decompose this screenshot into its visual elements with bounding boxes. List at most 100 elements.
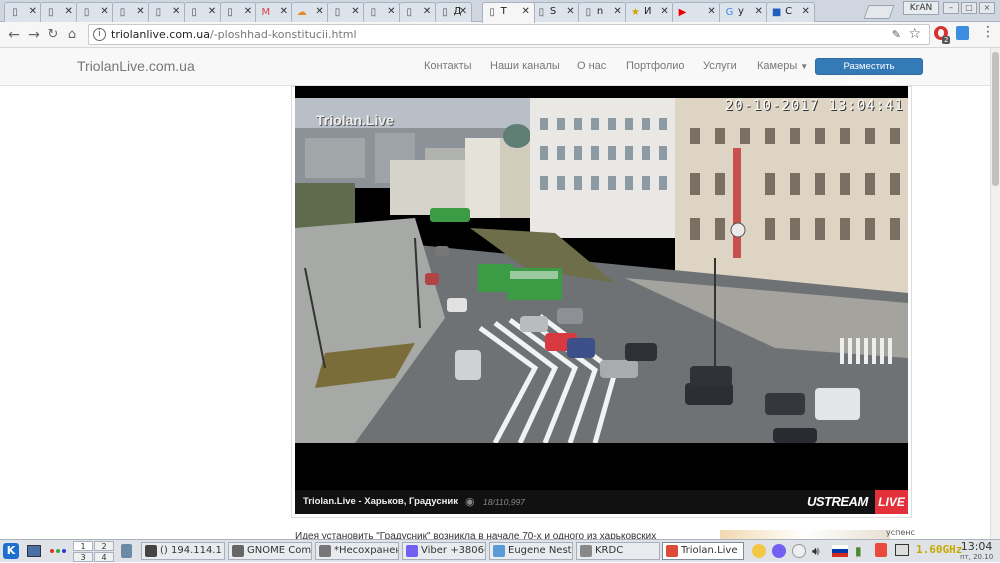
tab-close-icon[interactable]: ✕	[100, 6, 108, 17]
battery-icon[interactable]: ▮	[855, 544, 862, 558]
tab-close-icon[interactable]: ✕	[387, 6, 395, 17]
minimize-icon[interactable]: –	[943, 2, 959, 14]
post-ad-button[interactable]: Разместить объявление	[815, 58, 923, 87]
clock[interactable]: 13:04 пт, 20.10	[960, 541, 993, 563]
browser-menu-icon[interactable]: ⋮	[981, 25, 995, 39]
home-icon[interactable]: ⌂	[62, 25, 82, 45]
ustream-logo[interactable]: USTREAM	[807, 494, 868, 509]
taskbar-task[interactable]: Viber +38066	[402, 542, 486, 560]
tab-close-icon[interactable]: ✕	[208, 6, 216, 17]
forward-icon[interactable]: →	[24, 25, 44, 45]
browser-tab[interactable]: ▯ ✕	[327, 2, 365, 22]
tab-close-icon[interactable]: ✕	[351, 6, 359, 17]
tab-close-icon[interactable]: ✕	[244, 6, 252, 17]
browser-tab[interactable]: ▶ ✕	[672, 2, 721, 22]
taskbar-task[interactable]: KRDC	[576, 542, 660, 560]
puzzle-icon[interactable]: ✎	[892, 28, 901, 41]
browser-tab[interactable]: ☁ ✕	[291, 2, 329, 22]
close-window-icon[interactable]: ×	[979, 2, 995, 14]
scrollbar-thumb[interactable]	[992, 52, 999, 186]
phone-icon[interactable]	[121, 544, 132, 558]
tab-close-icon[interactable]: ✕	[613, 6, 621, 17]
page-icon: ▯	[48, 7, 54, 18]
taskbar-task[interactable]: GNOME Comm	[228, 542, 312, 560]
tab-label: y	[738, 6, 744, 17]
reload-icon[interactable]: ↻	[43, 25, 63, 45]
pager-desktop-3[interactable]: 3	[73, 552, 93, 562]
pager-desktop-2[interactable]: 2	[94, 541, 114, 551]
browser-tab[interactable]: ▯ ✕	[219, 2, 258, 22]
tab-close-icon[interactable]: ✕	[801, 6, 809, 17]
nav-channels[interactable]: Наши каналы	[490, 60, 560, 72]
browser-tab[interactable]: ▯ ✕	[40, 2, 78, 22]
taskbar-task[interactable]: Eugene Nest	[489, 542, 573, 560]
nav-cameras[interactable]: Камеры ▼	[757, 60, 808, 72]
network-monitor-icon[interactable]	[895, 544, 909, 556]
tab-close-icon[interactable]: ✕	[65, 6, 73, 17]
nav-contacts[interactable]: Контакты	[424, 60, 472, 72]
keyboard-layout-flag-icon[interactable]	[832, 545, 848, 557]
viewer-count: 18/110,997	[483, 497, 525, 507]
browser-tab[interactable]: ▯ ✕	[76, 2, 114, 22]
browser-tab[interactable]: ▯ n ✕	[577, 2, 627, 22]
video-player[interactable]: Triolan.Live 20-10-2017 13:04:41 Triolan…	[295, 86, 908, 514]
browser-tab[interactable]: ▯ ✕	[362, 2, 401, 22]
tab-close-icon[interactable]: ✕	[315, 6, 323, 17]
page-scrollbar[interactable]	[990, 48, 1000, 539]
tray-app-icon[interactable]	[875, 543, 887, 557]
browser-tab[interactable]: ▯ ✕	[112, 2, 150, 22]
extension-icon[interactable]	[956, 26, 969, 40]
desktop-pager[interactable]: 1 2 3 4	[73, 541, 115, 562]
browser-tab[interactable]: ▯ Д ✕	[434, 2, 473, 22]
tab-close-icon[interactable]: ✕	[754, 6, 762, 17]
address-bar[interactable]: i triolanlive.com.ua/-ploshhad-konstituc…	[88, 24, 930, 45]
browser-tab[interactable]: Gy ✕	[719, 2, 768, 22]
viber-tray-icon[interactable]	[772, 544, 786, 558]
nav-services[interactable]: Услуги	[703, 60, 737, 72]
tab-close-icon[interactable]: ✕	[566, 6, 574, 17]
site-info-icon[interactable]: i	[93, 28, 106, 41]
taskbar-task[interactable]: () 194.114.1	[141, 542, 225, 560]
browser-tab[interactable]: ★ И ✕	[624, 2, 674, 22]
pager-desktop-1[interactable]: 1	[73, 541, 93, 551]
task-app-icon	[319, 545, 331, 557]
bookmark-star-icon[interactable]: ☆	[908, 26, 921, 42]
pager-desktop-4[interactable]: 4	[94, 552, 114, 562]
profile-button[interactable]: KrAN	[903, 1, 939, 15]
nav-about[interactable]: О нас	[577, 60, 606, 72]
back-icon[interactable]: ←	[4, 25, 24, 45]
tab-close-icon[interactable]: ✕	[280, 6, 288, 17]
tab-close-icon[interactable]: ✕	[136, 6, 144, 17]
desktop-icon[interactable]	[27, 545, 41, 557]
side-ad-text[interactable]: успенс	[886, 528, 915, 537]
taskbar-task[interactable]: *Несохранен	[315, 542, 399, 560]
browser-tab[interactable]: M ✕	[255, 2, 293, 22]
taskbar-task[interactable]: Triolan.Live	[662, 542, 744, 560]
maximize-icon[interactable]: □	[961, 2, 977, 14]
tab-close-icon[interactable]: ✕	[521, 6, 529, 17]
tab-close-icon[interactable]: ✕	[423, 6, 431, 17]
site-brand[interactable]: TriolanLive.com.ua	[77, 58, 195, 74]
tab-close-icon[interactable]: ✕	[172, 6, 180, 17]
nav-portfolio[interactable]: Портфолио	[626, 60, 685, 72]
browser-tab[interactable]: ▯ S ✕	[530, 2, 580, 22]
new-tab-button[interactable]	[863, 5, 895, 19]
camera-feed[interactable]: Triolan.Live 20-10-2017 13:04:41	[295, 98, 908, 443]
tab-close-icon[interactable]: ✕	[29, 6, 37, 17]
browser-tab[interactable]: ▯ ✕	[147, 2, 186, 22]
tray-clipboard-icon[interactable]	[752, 544, 766, 558]
tab-close-icon[interactable]: ✕	[459, 6, 467, 17]
apps-icon[interactable]	[50, 549, 54, 553]
stream-title[interactable]: Triolan.Live - Харьков, Градусник	[303, 496, 458, 507]
side-ad-image[interactable]	[720, 530, 890, 539]
tab-close-icon[interactable]: ✕	[660, 6, 668, 17]
tray-network-icon[interactable]	[792, 544, 806, 558]
browser-tab[interactable]: ■ С ✕	[766, 2, 815, 22]
volume-icon[interactable]: 🔊︎	[812, 544, 820, 559]
browser-tab[interactable]: ▯ ✕	[398, 2, 437, 22]
tab-close-icon[interactable]: ✕	[707, 6, 715, 17]
browser-tab[interactable]: ▯ ✕	[4, 2, 43, 22]
browser-tab[interactable]: ▯ ✕	[183, 2, 222, 22]
kde-menu-icon[interactable]: K	[3, 543, 19, 559]
browser-tab[interactable]: ▯ T ✕	[481, 2, 535, 23]
